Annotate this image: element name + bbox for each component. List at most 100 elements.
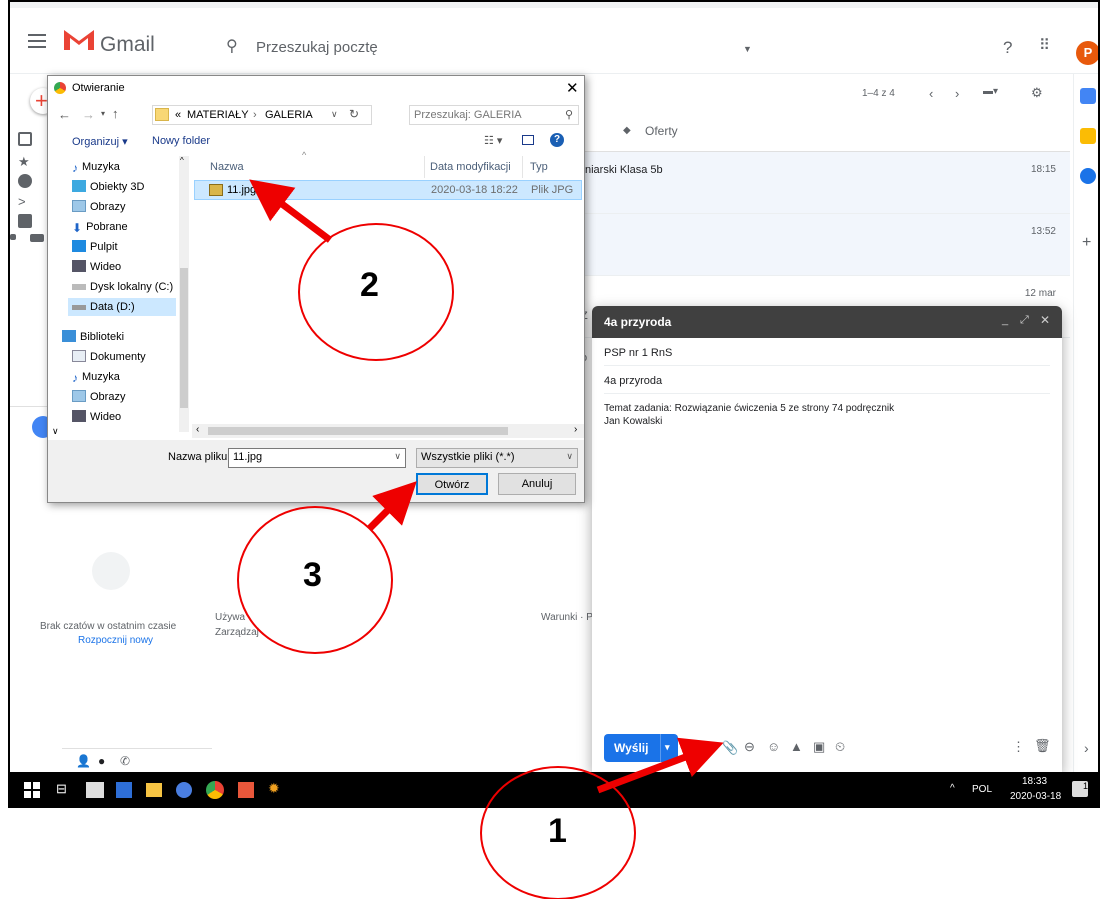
footer-terms-link[interactable]: Warunki · P [541, 612, 593, 623]
schedule-send-icon[interactable]: ▾ [665, 742, 670, 753]
drive-icon[interactable]: ▲ [790, 739, 803, 754]
fullscreen-icon[interactable]: ⤢ [1020, 314, 1029, 327]
start-icon[interactable] [24, 782, 40, 798]
nav-item-pictures[interactable]: Obrazy [72, 388, 125, 406]
nav-item-music[interactable]: ♪ Muzyka [72, 158, 120, 176]
mail-search-box[interactable]: ⚲ Przeszukaj pocztę [208, 26, 748, 66]
chrome-icon[interactable] [206, 781, 224, 799]
save-app-icon[interactable] [116, 782, 132, 798]
chevron-down-icon[interactable]: ∨ [394, 451, 401, 462]
close-icon[interactable]: ✕ [566, 79, 579, 97]
clock-date[interactable]: 2020-03-18 [1010, 791, 1061, 802]
presentation-app-icon[interactable] [238, 782, 254, 798]
chevron-down-icon[interactable]: ∨ [52, 426, 59, 437]
scroll-right-icon[interactable]: › [574, 424, 577, 435]
preview-pane-icon[interactable] [522, 135, 534, 145]
tasks-icon[interactable] [1080, 168, 1096, 184]
up-icon[interactable]: ↑ [112, 106, 119, 121]
dialog-title-bar[interactable]: Otwieranie ✕ [48, 76, 584, 102]
hangouts-icon[interactable]: ● [98, 754, 105, 768]
add-addon-icon[interactable]: + [1082, 234, 1091, 252]
to-field[interactable]: PSP nr 1 RnS [604, 340, 1050, 366]
column-date[interactable]: Data modyfikacji [430, 156, 511, 178]
expand-panel-icon[interactable]: › [1084, 740, 1089, 756]
nav-item-3d-objects[interactable]: Obiekty 3D [72, 178, 144, 196]
address-dropdown-icon[interactable]: ∨ [331, 109, 338, 120]
scroll-left-icon[interactable]: ‹ [196, 424, 199, 435]
language-indicator[interactable]: POL [972, 784, 992, 795]
nav-item-desktop[interactable]: Pulpit [72, 238, 118, 256]
mail-row[interactable]: 13:52 [585, 214, 1070, 276]
column-name[interactable]: Nazwa [210, 156, 244, 178]
clock-icon[interactable] [18, 174, 32, 188]
nav-item-data-drive[interactable]: Data (D:) [68, 298, 176, 316]
scrollbar-thumb[interactable] [180, 268, 188, 408]
open-button[interactable]: Otwórz [416, 473, 488, 495]
horizontal-scrollbar[interactable]: ‹ › [192, 424, 584, 438]
nav-item-downloads[interactable]: ⬇ Pobrane [72, 218, 128, 236]
path-segment[interactable]: GALERIA [265, 109, 313, 121]
send-icon[interactable]: > [18, 194, 32, 209]
file-type-select[interactable]: Wszystkie pliki (*.*) ∨ [416, 448, 578, 468]
minimize-icon[interactable]: _ [1002, 314, 1008, 326]
account-avatar[interactable]: P [1076, 41, 1098, 65]
refresh-icon[interactable]: ↻ [349, 107, 359, 121]
organize-menu[interactable]: Organizuj ▾ [72, 135, 128, 148]
subject-field[interactable]: 4a przyroda [604, 368, 1050, 394]
clock-time[interactable]: 18:33 [1022, 776, 1047, 787]
discard-draft-icon[interactable]: 🗑 [1034, 738, 1051, 754]
nav-scrollbar[interactable]: ^ [179, 156, 189, 432]
gmail-logo-icon[interactable] [62, 26, 96, 52]
apps-grid-icon[interactable]: ⠿ [1039, 36, 1050, 54]
scrollbar-thumb[interactable] [208, 427, 508, 435]
code-editor-icon[interactable] [86, 782, 104, 798]
help-icon[interactable]: ? [550, 133, 564, 147]
file-explorer-icon[interactable] [146, 783, 162, 797]
insert-photo-icon[interactable]: ▣ [813, 739, 825, 755]
nav-item-documents[interactable]: Dokumenty [72, 348, 146, 366]
nav-item-music[interactable]: ♪ Muzyka [72, 368, 120, 386]
cancel-button[interactable]: Anuluj [498, 473, 576, 495]
nav-item-libraries[interactable]: Biblioteki [62, 328, 124, 346]
nav-item-pictures[interactable]: Obrazy [72, 198, 125, 216]
address-bar[interactable]: « MATERIAŁY › GALERIA ∨ ↻ [152, 105, 372, 125]
settings-gear-icon[interactable]: ⚙ [1031, 85, 1043, 101]
close-icon[interactable]: ✕ [1040, 313, 1050, 327]
confidential-mode-icon[interactable]: ⏲ [835, 739, 845, 755]
insert-link-icon[interactable]: ⊖ [744, 739, 755, 755]
inbox-icon[interactable] [18, 132, 32, 146]
path-segment[interactable]: MATERIAŁY [187, 109, 249, 121]
notification-center-icon[interactable]: 1 [1072, 781, 1088, 797]
attach-file-icon[interactable]: 📎 [722, 740, 738, 756]
drafts-icon[interactable] [18, 214, 32, 228]
chevron-down-icon[interactable]: ∨ [566, 451, 573, 462]
new-folder-button[interactable]: Nowy folder [152, 135, 210, 147]
emoji-icon[interactable]: ☺ [767, 739, 780, 754]
search-icon[interactable]: ⚲ [226, 36, 238, 56]
help-icon[interactable]: ? [1003, 38, 1012, 58]
browser-app-icon[interactable] [176, 782, 192, 798]
paint-app-icon[interactable]: ✹ [268, 780, 286, 798]
main-menu-icon[interactable] [28, 34, 46, 48]
send-button[interactable]: Wyślij [614, 741, 648, 755]
star-icon[interactable]: ★ [18, 154, 32, 169]
prev-page-icon[interactable]: ‹ [929, 86, 933, 101]
next-page-icon[interactable]: › [955, 86, 959, 101]
nav-item-videos[interactable]: Wideo [72, 258, 121, 276]
nav-item-videos[interactable]: Wideo [72, 408, 121, 426]
file-row-selected[interactable]: 11.jpg 2020-03-18 18:22 Plik JPG [194, 180, 582, 200]
folder-search-input[interactable]: Przeszukaj: GALERIA ⚲ [409, 105, 579, 125]
more-options-icon[interactable]: ⋮ [1012, 739, 1025, 755]
compose-title-bar[interactable]: 4a przyroda _ ⤢ ✕ [592, 306, 1062, 338]
search-options-icon[interactable]: ▼ [743, 44, 752, 54]
chat-start-link[interactable]: Rozpocznij nowy [78, 635, 153, 646]
expand-icon[interactable] [10, 234, 16, 240]
filename-input[interactable]: 11.jpg ∨ [228, 448, 406, 468]
task-view-icon[interactable]: ⊟ [56, 781, 74, 799]
back-icon[interactable]: ← [58, 107, 71, 122]
person-icon[interactable]: 👤 [76, 754, 91, 768]
label-icon[interactable] [30, 234, 44, 242]
message-body[interactable]: Temat zadania: Rozwiązanie ćwiczenia 5 z… [604, 402, 894, 428]
forward-icon[interactable]: → [82, 107, 95, 122]
tab-offers[interactable]: Oferty [645, 124, 678, 138]
